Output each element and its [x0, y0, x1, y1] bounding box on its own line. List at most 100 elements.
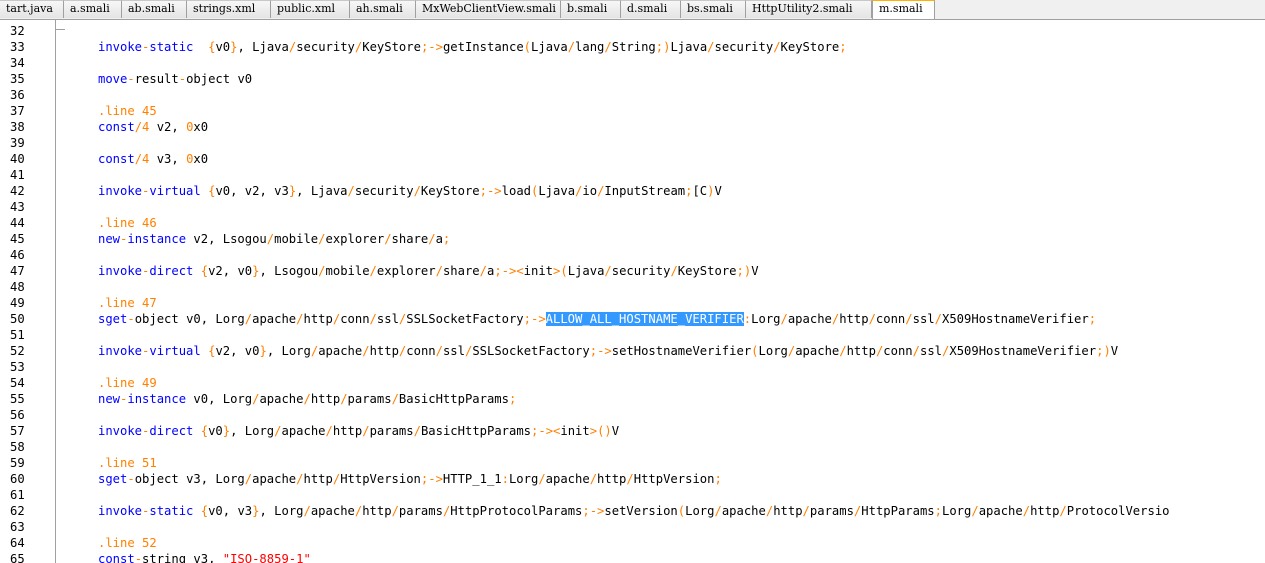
code-token: explorer [376, 264, 436, 278]
code-token: / [435, 264, 443, 278]
code-line[interactable]: 58 [0, 439, 1265, 455]
code-token: / [802, 504, 810, 518]
tab-ah-smali[interactable]: ah.smali [350, 0, 416, 18]
code-text: invoke-static {v0}, Ljava/security/KeySt… [98, 39, 847, 55]
tab-public-xml[interactable]: public.xml [271, 0, 350, 18]
code-line[interactable]: 46 [0, 247, 1265, 263]
code-token: / [780, 312, 788, 326]
code-text: const/4 v2, 0x0 [98, 119, 208, 135]
code-text: const/4 v3, 0x0 [98, 151, 208, 167]
code-token: ( [751, 344, 759, 358]
code-token: static [149, 40, 194, 54]
tab-strings-xml[interactable]: strings.xml [187, 0, 271, 18]
code-token: mobile [274, 232, 319, 246]
code-line[interactable]: 36 [0, 87, 1265, 103]
code-editor[interactable]: 32 33 invoke-static {v0}, Ljava/security/K… [0, 20, 1265, 563]
code-line[interactable]: 64 .line 52 [0, 535, 1265, 551]
code-text: .line 52 [98, 535, 157, 551]
code-token: / [347, 184, 355, 198]
code-token: invoke [98, 424, 143, 438]
code-token: / [839, 344, 847, 358]
code-line[interactable]: 53 [0, 359, 1265, 375]
code-token: / [303, 392, 311, 406]
code-token: / [604, 40, 612, 54]
code-line[interactable]: 57 invoke-direct {v0}, Lorg/apache/http/p… [0, 423, 1265, 439]
code-token: / [1022, 504, 1031, 518]
code-line[interactable]: 45 new-instance v2, Lsogou/mobile/explore… [0, 231, 1265, 247]
code-line[interactable]: 65 const-string v3, "ISO-8859-1" [0, 551, 1265, 563]
code-token: ; [1088, 312, 1097, 326]
code-line[interactable]: 55 new-instance v0, Lorg/apache/http/para… [0, 391, 1265, 407]
tab-m-smali[interactable]: m.smali [872, 0, 935, 19]
code-token: params [398, 504, 443, 518]
code-line[interactable]: 39 [0, 135, 1265, 151]
code-token: conn [875, 312, 906, 326]
code-text: invoke-static {v0, v3}, Lorg/apache/http… [98, 503, 1170, 519]
code-text: invoke-direct {v2, v0}, Lsogou/mobile/ex… [98, 263, 759, 279]
line-number: 34 [10, 56, 25, 70]
tab-tart-java[interactable]: tart.java [0, 0, 64, 18]
tab-bs-smali[interactable]: bs.smali [681, 0, 746, 18]
code-token: conn [406, 344, 436, 358]
code-line[interactable]: 43 [0, 199, 1265, 215]
tab-mxwebclientview-smali[interactable]: MxWebClientView.smali [416, 0, 561, 18]
code-line[interactable]: 56 [0, 407, 1265, 423]
line-number: 32 [10, 24, 25, 38]
code-token: InputStream [604, 184, 686, 198]
code-token: / [413, 184, 421, 198]
code-token: apache [721, 504, 766, 518]
code-text: .line 51 [98, 455, 157, 471]
code-line[interactable]: 51 [0, 327, 1265, 343]
code-line[interactable]: 41 [0, 167, 1265, 183]
code-token: invoke [98, 40, 143, 54]
code-line[interactable]: 33 invoke-static {v0}, Ljava/security/Key… [0, 39, 1265, 55]
code-line[interactable]: 61 [0, 487, 1265, 503]
code-token: HttpVersion [633, 472, 715, 486]
code-token: , Lsogou [259, 264, 319, 278]
code-text: .line 46 [98, 215, 157, 231]
code-token: >( [553, 264, 568, 278]
code-token: , Lorg [266, 344, 311, 358]
code-line[interactable]: 50 sget-object v0, Lorg/apache/http/conn/… [0, 311, 1265, 327]
code-token: http [1030, 504, 1060, 518]
code-line[interactable]: 60 sget-object v3, Lorg/apache/http/HttpV… [0, 471, 1265, 487]
code-line[interactable]: 54 .line 49 [0, 375, 1265, 391]
line-number: 61 [10, 488, 25, 502]
code-line[interactable]: 44 .line 46 [0, 215, 1265, 231]
code-token: ;->< [494, 264, 524, 278]
code-token: ssl [376, 312, 399, 326]
code-token: http [310, 392, 341, 406]
code-line[interactable]: 40 const/4 v3, 0x0 [0, 151, 1265, 167]
code-token: ( [523, 40, 532, 54]
code-line[interactable]: 63 [0, 519, 1265, 535]
code-token: static [149, 504, 194, 518]
code-line[interactable]: 48 [0, 279, 1265, 295]
code-text: invoke-virtual {v0, v2, v3}, Ljava/secur… [98, 183, 722, 199]
code-line[interactable]: 49 .line 47 [0, 295, 1265, 311]
tab-ab-smali[interactable]: ab.smali [122, 0, 187, 18]
code-line[interactable]: 35 move-result-object v0 [0, 71, 1265, 87]
code-token: security [714, 40, 774, 54]
code-token: / [868, 312, 876, 326]
tab-httputility2-smali[interactable]: HttpUtility2.smali [746, 0, 872, 18]
code-line[interactable]: 38 const/4 v2, 0x0 [0, 119, 1265, 135]
code-token: apache [318, 344, 363, 358]
code-token: v0 [208, 424, 223, 438]
code-line[interactable]: 47 invoke-direct {v2, v0}, Lsogou/mobile/… [0, 263, 1265, 279]
code-token: instance [127, 392, 187, 406]
code-line[interactable]: 32 [0, 23, 1265, 39]
code-line[interactable]: 37 .line 45 [0, 103, 1265, 119]
code-line[interactable]: 52 invoke-virtual {v2, v0}, Lorg/apache/h… [0, 343, 1265, 359]
code-line[interactable]: 42 invoke-virtual {v0, v2, v3}, Ljava/sec… [0, 183, 1265, 199]
code-line[interactable]: 62 invoke-static {v0, v3}, Lorg/apache/ht… [0, 503, 1265, 519]
code-line[interactable]: 59 .line 51 [0, 455, 1265, 471]
tab-a-smali[interactable]: a.smali [64, 0, 122, 18]
tab-d-smali[interactable]: d.smali [621, 0, 681, 18]
tab-b-smali[interactable]: b.smali [561, 0, 621, 18]
line-number: 55 [10, 392, 25, 406]
code-token: 49 [142, 376, 157, 390]
code-token: v0, Lorg [186, 392, 253, 406]
line-number: 36 [10, 88, 25, 102]
code-line[interactable]: 34 [0, 55, 1265, 71]
